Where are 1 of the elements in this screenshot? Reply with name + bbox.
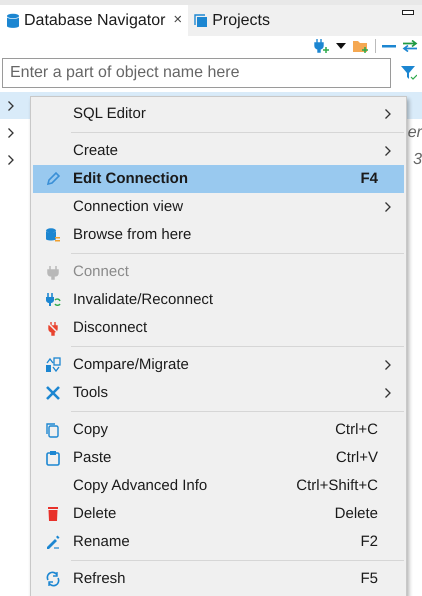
tree-label: 3	[413, 150, 422, 170]
